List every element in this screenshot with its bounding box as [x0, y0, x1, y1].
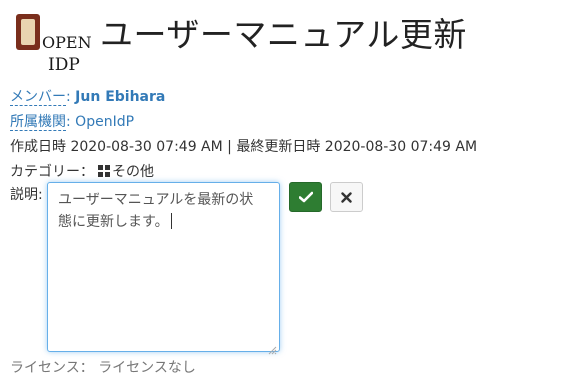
member-link[interactable]: Jun Ebihara — [75, 89, 165, 105]
resize-handle-icon[interactable] — [268, 340, 277, 355]
text-caret — [170, 213, 172, 229]
check-icon — [298, 188, 313, 207]
openidp-logo: OPEN IDP — [12, 10, 92, 76]
affiliation-link[interactable]: OpenIdP — [75, 114, 134, 130]
description-line-2: 態に更新します。 — [58, 211, 269, 233]
page-title: ユーザーマニュアル更新 — [100, 15, 467, 54]
grid-icon — [98, 165, 110, 177]
license-row: ライセンス： ライセンスなし — [10, 357, 196, 377]
logo-text-idp: IDP — [48, 55, 80, 75]
member-label[interactable]: メンバー — [10, 89, 66, 106]
category-value: その他 — [112, 164, 154, 180]
logo-text-open: OPEN — [42, 33, 92, 52]
dates-text: 作成日時 2020-08-30 07:49 AM | 最終更新日時 2020-0… — [10, 139, 478, 155]
license-label: ライセンス： — [10, 360, 94, 376]
affiliation-row: 所属機関: OpenIdP — [10, 111, 134, 131]
license-value: ライセンスなし — [98, 360, 196, 376]
member-row: メンバー: Jun Ebihara — [10, 86, 165, 106]
member-colon: : — [66, 89, 71, 105]
affiliation-colon: : — [66, 114, 71, 130]
description-line-2-text: 態に更新します。 — [58, 214, 169, 230]
affiliation-label[interactable]: 所属機関 — [10, 114, 66, 131]
category-row: カテゴリー： その他 — [10, 161, 154, 181]
description-textarea[interactable]: ユーザーマニュアルを最新の状 態に更新します。 — [47, 182, 280, 355]
description-line-1: ユーザーマニュアルを最新の状 — [58, 192, 254, 208]
cancel-button[interactable] — [330, 182, 363, 212]
category-label: カテゴリー： — [10, 164, 94, 180]
save-button[interactable] — [289, 182, 322, 212]
close-icon — [341, 188, 352, 207]
logo-graphic: OPEN IDP — [16, 14, 92, 75]
description-label: 説明: — [10, 187, 43, 203]
